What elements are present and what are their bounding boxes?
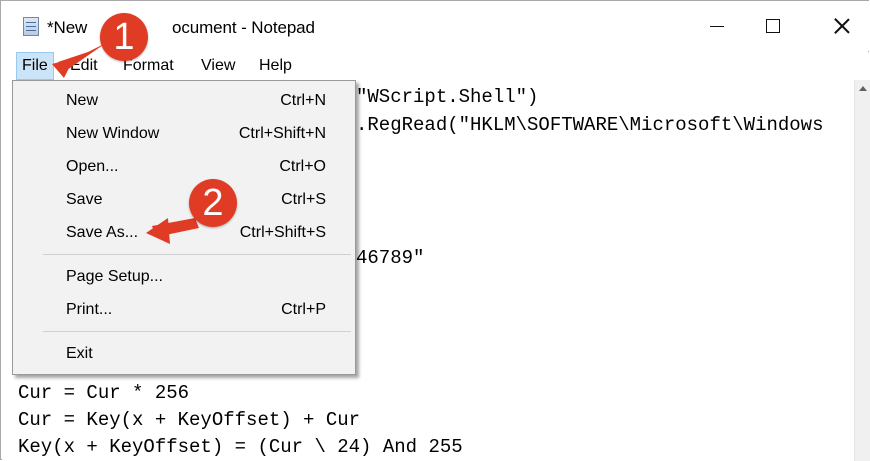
notepad-window: *New ocument - Notepad File Edit Format … — [0, 0, 870, 461]
menu-item-shortcut: Ctrl+Shift+S — [239, 224, 326, 241]
callout-1: 1 — [100, 13, 148, 61]
menu-item-shortcut: Ctrl+S — [281, 191, 326, 208]
menu-item-new[interactable]: New Ctrl+N — [14, 87, 354, 117]
maximize-button[interactable] — [750, 8, 796, 44]
menu-separator — [43, 331, 351, 332]
menu-help[interactable]: Help — [254, 52, 297, 80]
minimize-button[interactable] — [694, 8, 740, 44]
menu-view[interactable]: View — [196, 52, 240, 80]
menu-item-new-window[interactable]: New Window Ctrl+Shift+N — [14, 120, 354, 150]
file-menu-dropdown: New Ctrl+N New Window Ctrl+Shift+N Open.… — [12, 80, 356, 375]
code-line: 46789" — [356, 247, 425, 269]
menu-item-label: New — [66, 92, 99, 109]
menu-item-page-setup[interactable]: Page Setup... — [14, 263, 354, 293]
menu-item-label: Print... — [66, 301, 113, 318]
scroll-up-icon[interactable] — [859, 86, 867, 91]
menu-edit[interactable]: Edit — [65, 52, 103, 80]
close-button[interactable] — [819, 8, 865, 44]
window-title: *New — [47, 18, 88, 37]
code-line: .RegRead("HKLM\SOFTWARE\Microsoft\Window… — [356, 114, 824, 136]
minimize-icon — [710, 25, 724, 27]
window-title-rest: ocument - Notepad — [172, 18, 315, 37]
code-line: "WScript.Shell") — [356, 86, 539, 108]
code-line: Key(x + KeyOffset) = (Cur \ 24) And 255 — [18, 436, 463, 458]
menu-item-open[interactable]: Open... Ctrl+O — [14, 153, 354, 183]
menu-separator — [43, 254, 351, 255]
menu-item-print[interactable]: Print... Ctrl+P — [14, 296, 354, 326]
menu-item-label: Open... — [66, 158, 119, 175]
maximize-icon — [766, 19, 780, 33]
notepad-icon — [23, 17, 39, 36]
menu-item-label: Page Setup... — [66, 268, 163, 285]
menu-item-shortcut: Ctrl+Shift+N — [238, 125, 326, 142]
vertical-scrollbar[interactable] — [854, 80, 870, 461]
callout-2: 2 — [189, 179, 237, 227]
menu-item-shortcut: Ctrl+N — [280, 92, 326, 109]
close-icon — [834, 18, 850, 34]
code-line: Cur = Key(x + KeyOffset) + Cur — [18, 409, 361, 431]
menu-item-save-as[interactable]: Save As... Ctrl+Shift+S — [14, 219, 354, 249]
menu-file[interactable]: File — [16, 52, 54, 80]
code-line: Cur = Cur * 256 — [18, 382, 190, 404]
menu-item-label: New Window — [66, 125, 160, 142]
menu-item-save[interactable]: Save Ctrl+S — [14, 186, 354, 216]
menu-item-shortcut: Ctrl+P — [281, 301, 326, 318]
menu-item-exit[interactable]: Exit — [14, 340, 354, 370]
menu-item-label: Exit — [66, 345, 93, 362]
menu-item-shortcut: Ctrl+O — [279, 158, 326, 175]
menu-item-label: Save As... — [66, 224, 139, 241]
menu-item-label: Save — [66, 191, 103, 208]
